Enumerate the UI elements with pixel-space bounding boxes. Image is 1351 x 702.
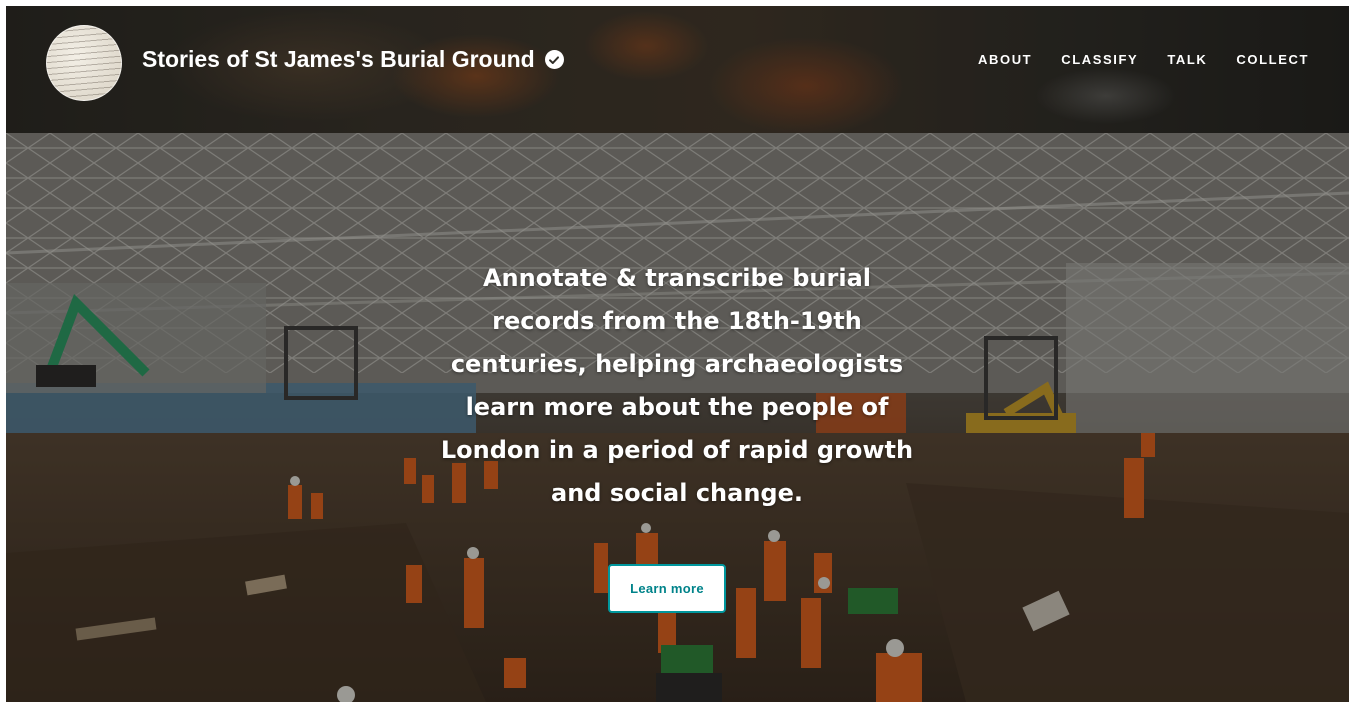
nav-about-link[interactable]: ABOUT: [978, 52, 1032, 67]
hero-line: Annotate & transcribe burial: [482, 264, 872, 292]
hero-line: and social change.: [551, 479, 803, 507]
hero-line: records from the 18th-19th: [492, 307, 862, 335]
nav-classify-link[interactable]: CLASSIFY: [1061, 52, 1138, 67]
project-title[interactable]: Stories of St James's Burial Ground: [142, 46, 564, 73]
manuscript-avatar-icon[interactable]: [46, 25, 122, 101]
project-nav: ABOUT CLASSIFY TALK COLLECT: [978, 52, 1309, 67]
hero-description: Annotate & transcribe burial records fro…: [427, 257, 927, 515]
hero-line: centuries, helping archaeologists: [450, 350, 904, 378]
nav-collect-link[interactable]: COLLECT: [1236, 52, 1309, 67]
learn-more-button[interactable]: Learn more: [608, 564, 726, 613]
nav-talk-link[interactable]: TALK: [1167, 52, 1207, 67]
hero-section: Annotate & transcribe burial records fro…: [6, 133, 1349, 702]
page-frame: Stories of St James's Burial Ground ABOU…: [6, 6, 1349, 702]
project-header: Stories of St James's Burial Ground ABOU…: [6, 6, 1349, 133]
verified-check-icon: [544, 50, 564, 69]
hero-line: London in a period of rapid growth: [440, 436, 914, 464]
hero-line: learn more about the people of: [465, 393, 889, 421]
project-title-text: Stories of St James's Burial Ground: [142, 46, 535, 72]
